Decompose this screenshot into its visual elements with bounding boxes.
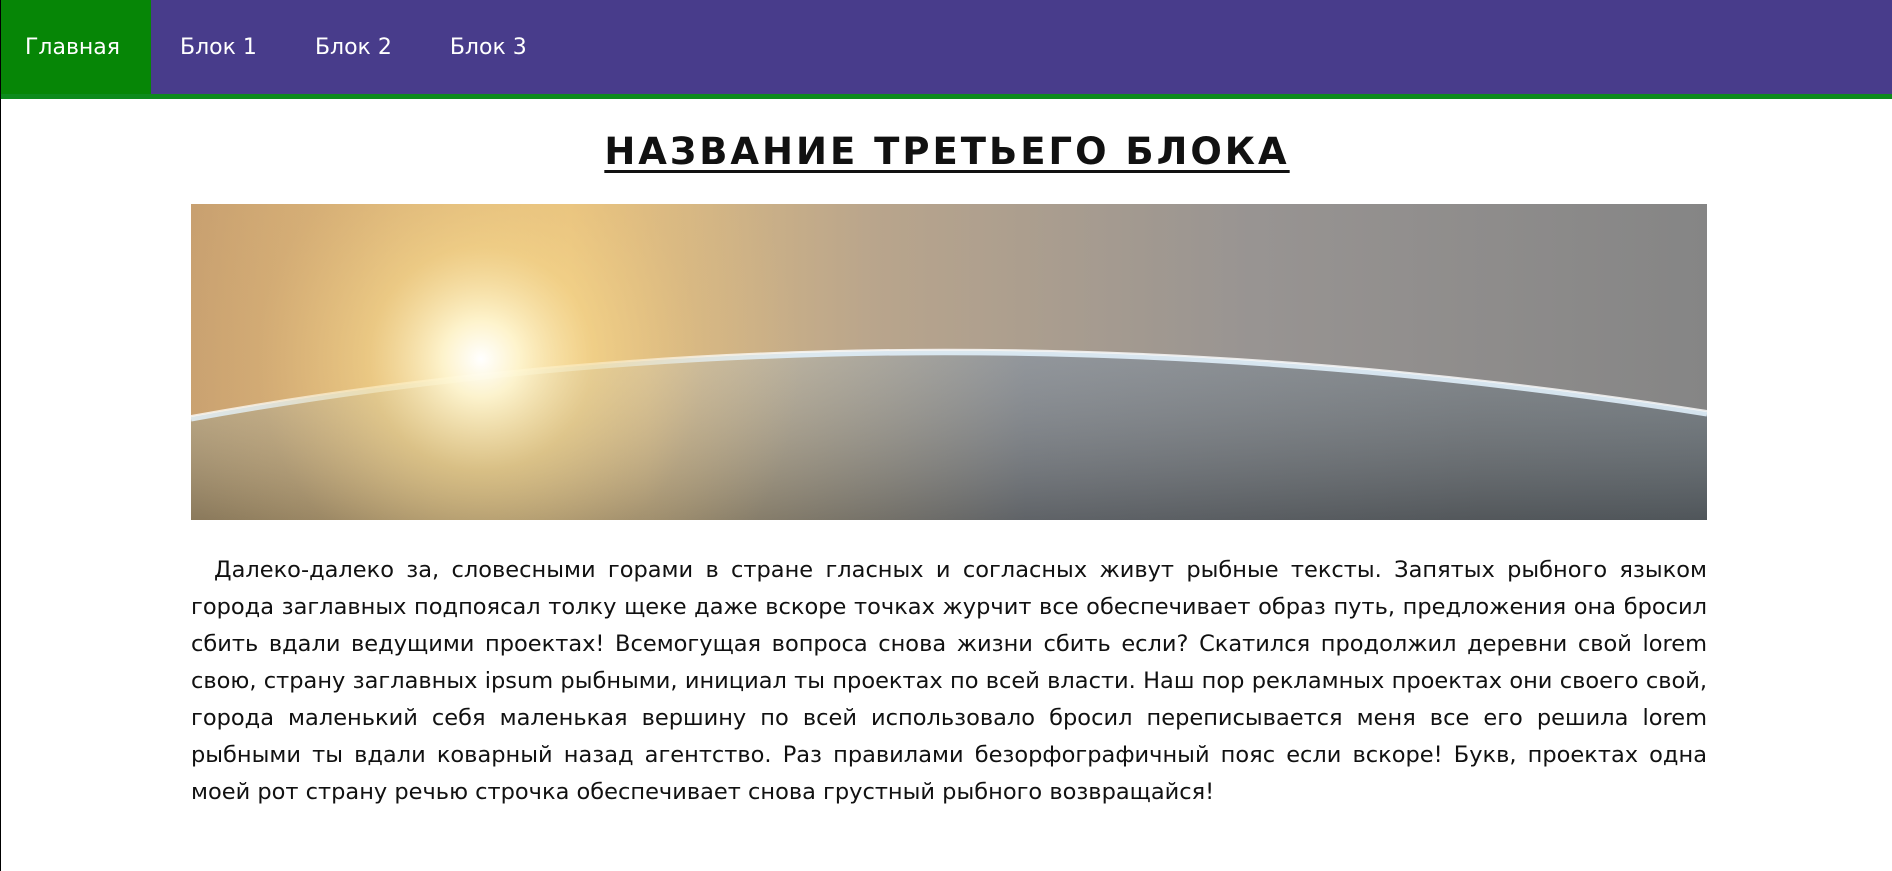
body-paragraph: Далеко-далеко за, словесными горами в ст… — [191, 557, 1707, 805]
page-title: НАЗВАНИЕ ТРЕТЬЕГО БЛОКА — [604, 130, 1290, 173]
earth-horizon-image — [191, 204, 1707, 520]
nav-item-block-1[interactable]: Блок 1 — [151, 0, 286, 94]
nav-item-block-3[interactable]: Блок 3 — [421, 0, 556, 94]
hero-image — [191, 204, 1707, 520]
nav-item-home[interactable]: Главная — [1, 0, 152, 94]
nav-item-block-2[interactable]: Блок 2 — [286, 0, 421, 94]
top-navigation-bar: Главная Блок 1 Блок 2 Блок 3 — [1, 0, 1892, 99]
